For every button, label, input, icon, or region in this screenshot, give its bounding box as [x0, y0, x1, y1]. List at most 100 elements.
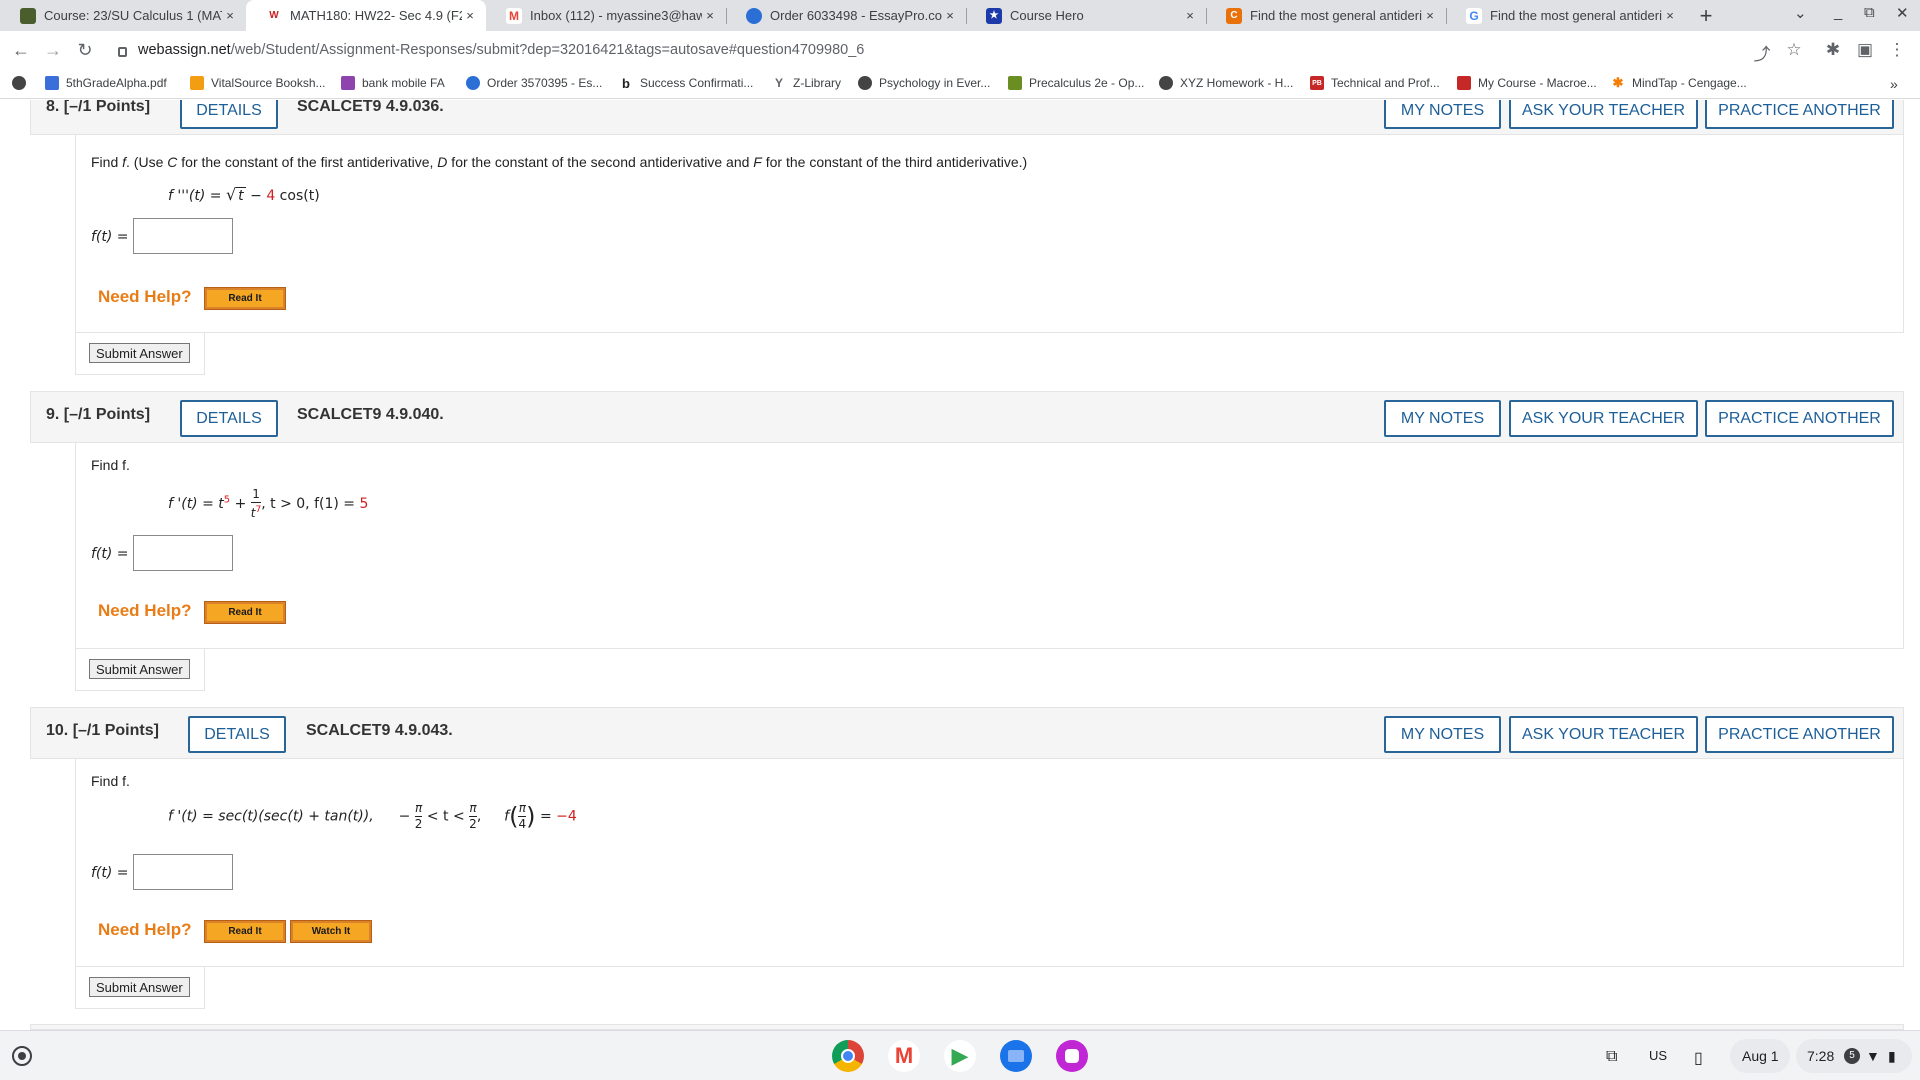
question-number: 9. [–/1 Points] [46, 406, 151, 423]
browser-tab[interactable]: M Inbox (112) - myassine3@hawk × [486, 0, 726, 31]
tab-title: Course Hero [1010, 8, 1084, 23]
ask-teacher-button[interactable]: ASK YOUR TEACHER [1509, 100, 1698, 129]
tab-strip: Course: 23/SU Calculus 1 (MATH × W MATH1… [0, 0, 1920, 31]
read-it-button[interactable]: Read It [204, 601, 286, 624]
bookmark-favicon-icon [466, 76, 480, 90]
browser-tab[interactable]: Order 6033498 - EssayPro.com × [726, 0, 966, 31]
tab-title: Inbox (112) - myassine3@hawk [530, 8, 702, 23]
browser-tab[interactable]: G Find the most general antideriva × [1446, 0, 1686, 31]
question-code: SCALCET9 4.9.036. [297, 100, 444, 115]
menu-icon[interactable]: ⋮ [1886, 40, 1908, 60]
my-notes-button[interactable]: MY NOTES [1384, 400, 1501, 437]
browser-tab[interactable]: C Find the most general antideriva × [1206, 0, 1446, 31]
tab-close-icon[interactable]: × [702, 8, 718, 23]
play-store-icon[interactable]: ▶ [944, 1040, 976, 1072]
bookmark-star-icon[interactable]: ☆ [1783, 40, 1805, 60]
details-button[interactable]: DETAILS [180, 400, 278, 437]
bookmark-item[interactable]: Precalculus 2e - Op... [1008, 76, 1144, 90]
question-code: SCALCET9 4.9.043. [306, 722, 453, 739]
equation: f '(t) = t5 + 1 t7, t > 0, f(1) = 5 [168, 487, 369, 520]
tab-close-icon[interactable]: × [222, 8, 238, 23]
bookmark-item[interactable]: bank mobile FA [341, 76, 445, 90]
extensions-icon[interactable]: ✱ [1822, 40, 1844, 60]
tab-close-icon[interactable]: × [462, 8, 478, 23]
tab-close-icon[interactable]: × [1422, 8, 1438, 23]
submit-answer-button[interactable]: Submit Answer [89, 343, 190, 363]
answer-input[interactable] [133, 535, 233, 571]
bookmark-item[interactable]: b Success Confirmati... [619, 76, 753, 91]
launcher-icon[interactable] [12, 1046, 32, 1066]
input-method[interactable]: US [1649, 1048, 1667, 1063]
side-panel-icon[interactable]: ▣ [1854, 40, 1876, 60]
read-it-button[interactable]: Read It [204, 287, 286, 310]
answer-label: f(t) = [91, 229, 129, 245]
answer-input[interactable] [133, 854, 233, 890]
close-window-button[interactable]: ✕ [1896, 4, 1909, 22]
back-icon[interactable]: ← [10, 40, 32, 61]
ask-teacher-button[interactable]: ASK YOUR TEACHER [1509, 716, 1698, 753]
tab-close-icon[interactable]: × [1182, 8, 1198, 23]
os-shelf: M ▶ ⧉ US ▯ Aug 1 7:28 5 ▼ ▮ [0, 1030, 1920, 1080]
equation: f '(t) = sec(t)(sec(t) + tan(t)), − π2 <… [168, 801, 577, 831]
my-notes-button[interactable]: MY NOTES [1384, 100, 1501, 129]
my-notes-button[interactable]: MY NOTES [1384, 716, 1501, 753]
url-text[interactable]: webassign.net/web/Student/Assignment-Res… [138, 42, 864, 58]
tab-title: Course: 23/SU Calculus 1 (MATH [44, 8, 222, 23]
browser-tab[interactable]: ★ Course Hero × [966, 0, 1206, 31]
practice-another-button[interactable]: PRACTICE ANOTHER [1705, 100, 1894, 129]
submit-answer-button[interactable]: Submit Answer [89, 977, 190, 997]
details-button[interactable]: DETAILS [188, 716, 286, 753]
files-icon[interactable] [1000, 1040, 1032, 1072]
tab-favicon-icon: C [1226, 7, 1242, 24]
minimize-button[interactable]: _ [1834, 4, 1842, 21]
answer-label: f(t) = [91, 546, 129, 562]
browser-toolbar: ← → ↻ webassign.net/web/Student/Assignme… [0, 31, 1920, 71]
question-code: SCALCET9 4.9.040. [297, 406, 444, 423]
tab-favicon-icon: W [266, 7, 282, 24]
practice-another-button[interactable]: PRACTICE ANOTHER [1705, 716, 1894, 753]
bookmark-item[interactable]: VitalSource Booksh... [190, 76, 326, 90]
gmail-icon[interactable]: M [888, 1040, 920, 1072]
bookmark-item[interactable]: Psychology in Ever... [858, 76, 990, 90]
submit-area: Submit Answer [75, 333, 205, 375]
browser-tab[interactable]: Course: 23/SU Calculus 1 (MATH × [0, 0, 246, 31]
ask-teacher-button[interactable]: ASK YOUR TEACHER [1509, 400, 1698, 437]
bookmark-item[interactable]: ✱ MindTap - Cengage... [1611, 75, 1747, 90]
bookmark-item[interactable]: XYZ Homework - H... [1159, 76, 1293, 90]
date-text: Aug 1 [1742, 1048, 1779, 1064]
forward-icon[interactable]: → [42, 40, 64, 61]
bookmark-favicon-icon: ✱ [1611, 75, 1625, 90]
app-icon[interactable] [1056, 1040, 1088, 1072]
tab-close-icon[interactable]: × [1662, 8, 1678, 23]
tab-search-icon[interactable]: ⌄ [1794, 4, 1807, 22]
more-bookmarks-icon[interactable]: » [1890, 76, 1898, 92]
new-tab-button[interactable]: + [1694, 3, 1718, 29]
tab-title: Find the most general antideriva [1490, 8, 1662, 23]
browser-tab-active[interactable]: W MATH180: HW22- Sec 4.9 (F202 × [246, 0, 486, 31]
apps-icon[interactable] [12, 76, 33, 90]
tab-favicon-icon [746, 7, 762, 24]
bookmark-item[interactable]: 5thGradeAlpha.pdf [45, 76, 167, 90]
details-button[interactable]: DETAILS [180, 100, 278, 129]
watch-it-button[interactable]: Watch It [290, 920, 372, 943]
tab-close-icon[interactable]: × [942, 8, 958, 23]
screen-capture-icon[interactable]: ⧉ [1606, 1048, 1617, 1066]
lock-icon[interactable] [118, 47, 127, 57]
submit-answer-button[interactable]: Submit Answer [89, 659, 190, 679]
answer-label: f(t) = [91, 865, 129, 881]
practice-another-button[interactable]: PRACTICE ANOTHER [1705, 400, 1894, 437]
google-favicon-icon: G [1466, 7, 1482, 24]
bookmark-item[interactable]: Order 3570395 - Es... [466, 76, 602, 90]
bookmark-favicon-icon [1159, 76, 1173, 90]
bookmark-item[interactable]: PB Technical and Prof... [1310, 76, 1440, 90]
bookmark-item[interactable]: Y Z-Library [772, 76, 841, 90]
restore-button[interactable]: ⧉ [1864, 4, 1875, 21]
answer-input[interactable] [133, 218, 233, 254]
chrome-icon[interactable] [832, 1040, 864, 1072]
bookmark-item[interactable]: My Course - Macroe... [1457, 76, 1597, 90]
read-it-button[interactable]: Read It [204, 920, 286, 943]
stylus-icon[interactable]: ▯ [1694, 1048, 1703, 1068]
tab-title: MATH180: HW22- Sec 4.9 (F202 [290, 8, 462, 23]
share-icon[interactable]: ⤴ [1751, 40, 1773, 65]
reload-icon[interactable]: ↻ [74, 40, 96, 61]
